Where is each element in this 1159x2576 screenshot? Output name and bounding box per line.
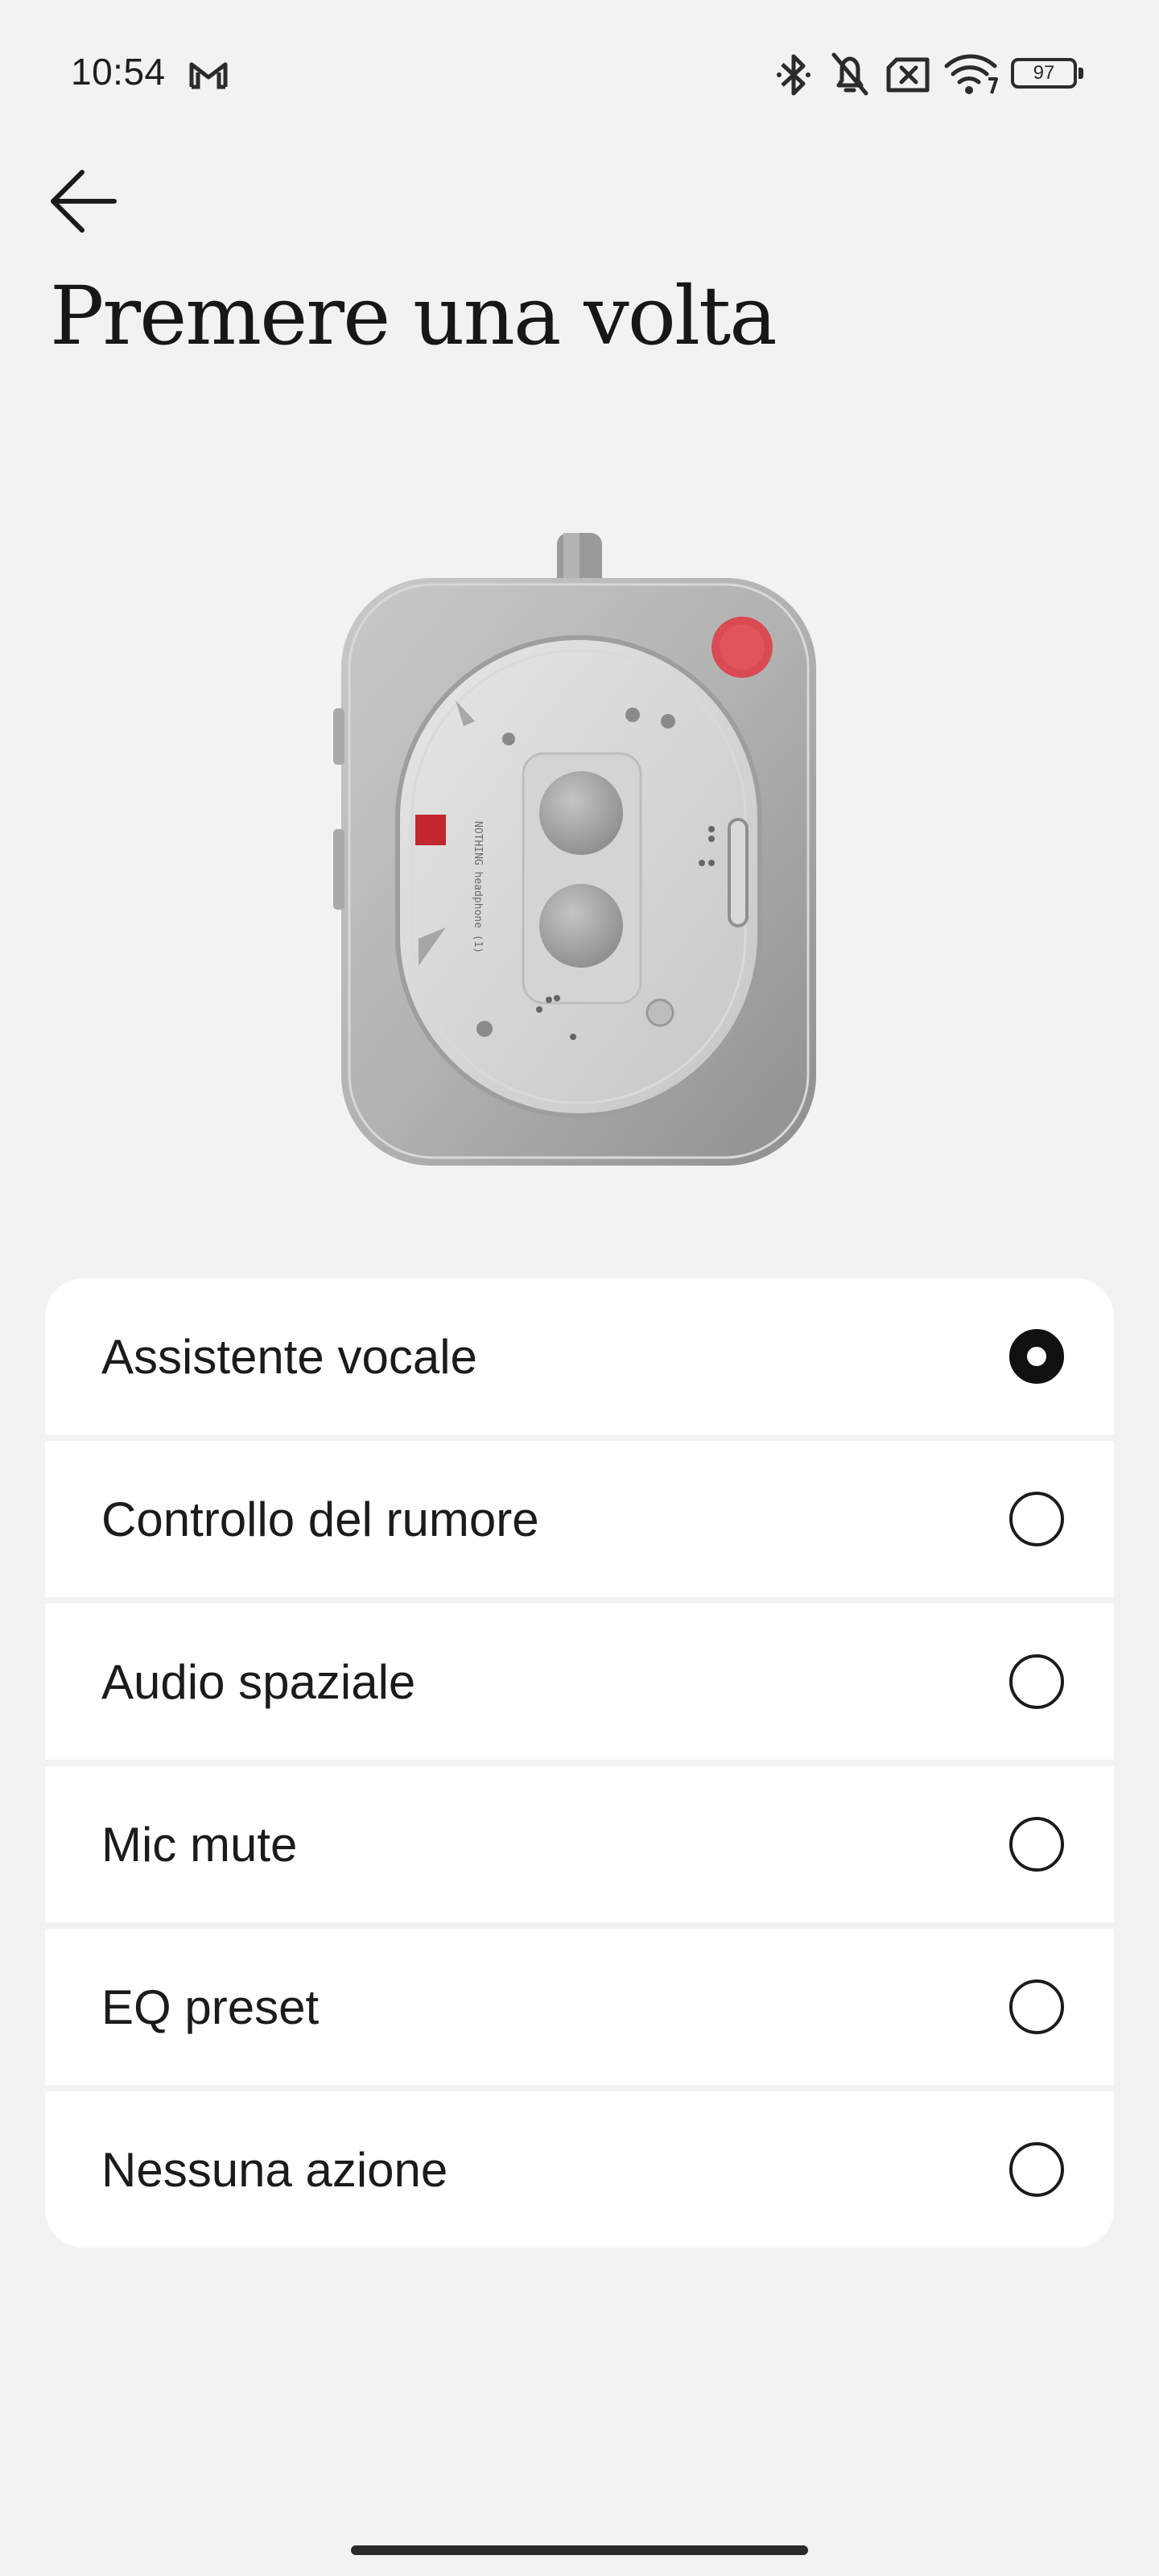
option-controllo-del-rumore[interactable]: Controllo del rumore bbox=[45, 1441, 1114, 1597]
action-options-list: Assistente vocale Controllo del rumore A… bbox=[45, 1278, 1114, 2248]
option-label: Assistente vocale bbox=[101, 1329, 477, 1384]
battery-indicator: 97 bbox=[1011, 58, 1085, 90]
no-sim-icon bbox=[886, 57, 930, 93]
device-engraving: NOTHING headphone (1) bbox=[472, 821, 484, 953]
option-eq-preset[interactable]: EQ preset bbox=[45, 1929, 1114, 2085]
bluetooth-icon bbox=[777, 54, 810, 96]
home-indicator[interactable] bbox=[351, 2545, 808, 2555]
option-assistente-vocale[interactable]: Assistente vocale bbox=[45, 1278, 1114, 1435]
option-mic-mute[interactable]: Mic mute bbox=[45, 1766, 1114, 1922]
option-label: EQ preset bbox=[101, 1979, 320, 2034]
option-label: Mic mute bbox=[101, 1817, 298, 1872]
radio-button[interactable] bbox=[1009, 2142, 1064, 2197]
option-nessuna-azione[interactable]: Nessuna azione bbox=[45, 2091, 1114, 2248]
gmail-icon bbox=[189, 62, 228, 89]
headphone-ear-cup-illustration: NOTHING headphone (1) bbox=[322, 515, 837, 1175]
radio-button[interactable] bbox=[1009, 1817, 1064, 1872]
status-bar: 10:54 97 bbox=[0, 0, 1159, 148]
battery-level: 97 bbox=[1011, 58, 1077, 89]
option-label: Controllo del rumore bbox=[101, 1492, 539, 1546]
option-audio-spaziale[interactable]: Audio spaziale bbox=[45, 1604, 1114, 1760]
bell-muted-icon bbox=[831, 52, 868, 96]
arrow-left-icon bbox=[51, 170, 117, 233]
option-label: Audio spaziale bbox=[101, 1654, 416, 1709]
wifi-7-icon bbox=[944, 54, 998, 94]
radio-button[interactable] bbox=[1009, 1979, 1064, 2034]
page-title: Premere una volta bbox=[50, 269, 777, 363]
radio-button[interactable] bbox=[1009, 1654, 1064, 1709]
radio-button-selected[interactable] bbox=[1009, 1329, 1064, 1384]
option-label: Nessuna azione bbox=[101, 2142, 448, 2197]
status-time: 10:54 bbox=[71, 51, 166, 93]
back-button[interactable] bbox=[45, 161, 126, 242]
radio-button[interactable] bbox=[1009, 1492, 1064, 1546]
